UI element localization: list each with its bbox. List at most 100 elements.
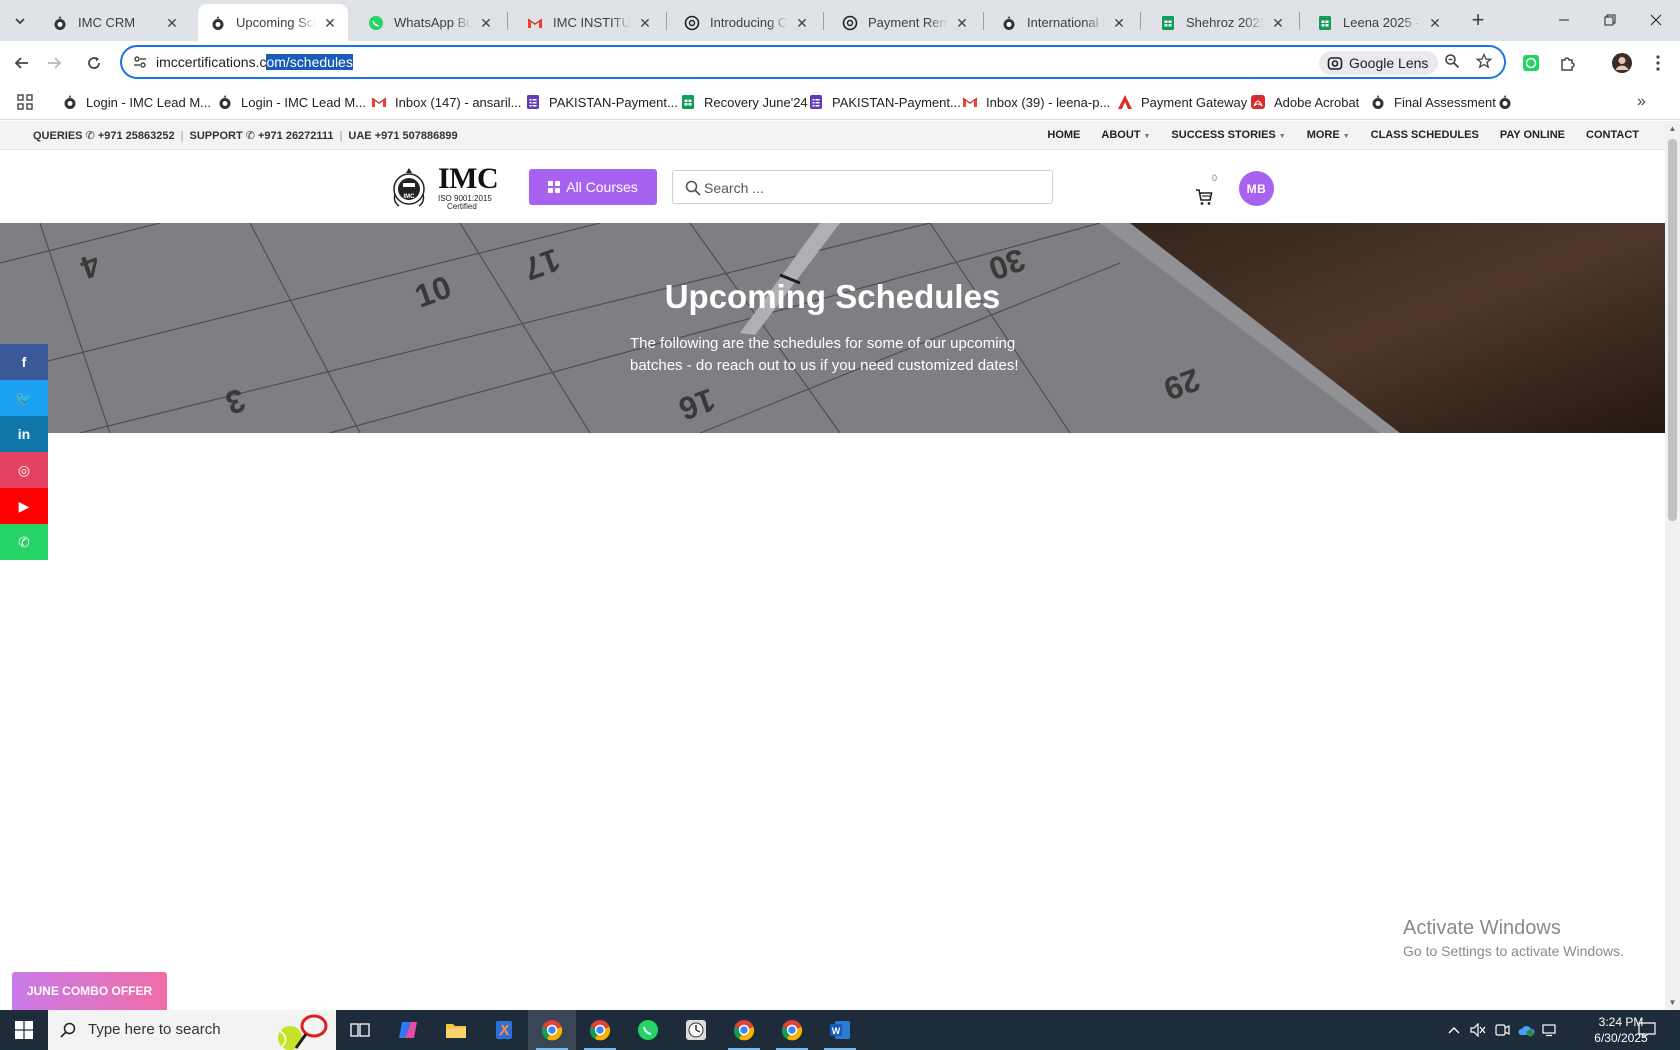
browser-tab[interactable]: International Ma ✕ — [989, 4, 1137, 41]
sniping-tool-icon[interactable] — [480, 1010, 528, 1050]
zoom-icon[interactable] — [1442, 53, 1462, 73]
notification-center-icon[interactable] — [1632, 1010, 1662, 1050]
browser-tab[interactable]: IMC CRM ✕ — [40, 4, 190, 41]
nav-class-schedules[interactable]: CLASS SCHEDULES — [1371, 129, 1479, 141]
google-lens-button[interactable]: Google Lens — [1319, 51, 1439, 75]
profile-avatar-icon[interactable] — [1611, 52, 1633, 74]
bookmark-item[interactable]: PAKISTAN-Payment... — [525, 92, 678, 112]
reload-button[interactable] — [78, 47, 110, 79]
close-tab-icon[interactable]: ✕ — [1111, 15, 1127, 31]
dropdown-caret-icon: ▼ — [1143, 133, 1151, 140]
bookmark-item[interactable]: Login - IMC Lead M... — [62, 92, 211, 112]
reload-icon — [88, 57, 100, 69]
uae-phone[interactable]: UAE +971 507886899 — [348, 130, 457, 142]
chrome-profile-2-icon[interactable] — [576, 1010, 624, 1050]
user-avatar[interactable]: MB — [1239, 171, 1274, 206]
all-courses-button[interactable]: All Courses — [529, 169, 657, 205]
scroll-up-arrow-icon[interactable]: ▲ — [1665, 121, 1680, 136]
browser-tab[interactable]: Shehroz 2025 - G ✕ — [1148, 4, 1296, 41]
close-tab-icon[interactable]: ✕ — [1427, 15, 1443, 31]
taskbar-search-box[interactable]: Type here to search — [48, 1010, 336, 1050]
chrome-menu-icon[interactable] — [1647, 52, 1669, 74]
close-tab-icon[interactable]: ✕ — [478, 15, 494, 31]
browser-tab[interactable]: Upcoming Schedules ✕ — [198, 4, 348, 41]
whatsapp-extension-icon[interactable] — [1520, 52, 1542, 74]
site-info-icon[interactable] — [132, 54, 148, 70]
chrome-profile-3-icon[interactable] — [720, 1010, 768, 1050]
bookmark-star-icon[interactable] — [1474, 52, 1494, 73]
youtube-icon[interactable]: ▶ — [0, 488, 48, 524]
close-tab-icon[interactable]: ✕ — [1270, 15, 1286, 31]
volume-muted-icon[interactable] — [1467, 1010, 1489, 1050]
scrollbar-thumb[interactable] — [1668, 139, 1677, 521]
facebook-icon[interactable]: f — [0, 344, 48, 380]
nav-home[interactable]: HOME — [1047, 129, 1080, 141]
tab-search-chevron-icon[interactable] — [6, 8, 34, 34]
file-explorer-icon[interactable] — [432, 1010, 480, 1050]
nav-pay-online[interactable]: PAY ONLINE — [1500, 129, 1565, 141]
chrome-profile-4-icon[interactable] — [768, 1010, 816, 1050]
browser-tab[interactable]: Introducing Cha ✕ — [672, 4, 820, 41]
close-tab-icon[interactable]: ✕ — [322, 15, 338, 31]
close-tab-icon[interactable]: ✕ — [954, 15, 970, 31]
minimize-button[interactable] — [1541, 0, 1587, 40]
bookmark-label: Adobe Acrobat — [1274, 94, 1360, 110]
support-phone[interactable]: SUPPORT ✆ +971 26272111 — [189, 130, 333, 142]
close-tab-icon[interactable]: ✕ — [794, 15, 810, 31]
imc-logo[interactable]: IMC IMC ISO 9001:2015 Certified — [391, 162, 499, 211]
close-tab-icon[interactable]: ✕ — [164, 15, 180, 31]
whatsapp-icon[interactable]: ✆ — [0, 524, 48, 560]
bookmark-item[interactable]: Inbox (147) - ansaril... — [371, 92, 521, 112]
browser-tab[interactable]: Payment Remind ✕ — [830, 4, 980, 41]
instagram-icon[interactable]: ◎ — [0, 452, 48, 488]
scroll-down-arrow-icon[interactable]: ▼ — [1665, 995, 1680, 1010]
onedrive-sync-icon[interactable] — [1515, 1010, 1537, 1050]
close-window-button[interactable] — [1633, 0, 1679, 40]
close-tab-icon[interactable]: ✕ — [637, 15, 653, 31]
bookmark-item[interactable]: Final Assessment — [1370, 92, 1496, 112]
browser-tab[interactable]: Leena 2025 - Go ✕ — [1305, 4, 1453, 41]
microsoft-word-icon[interactable]: W — [816, 1010, 864, 1050]
new-tab-button[interactable]: + — [1464, 8, 1492, 34]
site-search-input[interactable] — [704, 178, 1034, 198]
twitter-icon[interactable]: 🐦 — [0, 380, 48, 416]
windows-start-button[interactable] — [0, 1010, 48, 1050]
show-hidden-icons-chevron-icon[interactable] — [1444, 1010, 1464, 1050]
svg-text:W: W — [832, 1026, 841, 1036]
apps-grid-icon[interactable] — [17, 92, 33, 112]
address-bar[interactable]: imccertifications.com/schedules Google L… — [120, 45, 1506, 79]
bookmark-item[interactable]: Recovery June'24 — [680, 92, 808, 112]
copilot-icon[interactable] — [384, 1010, 432, 1050]
bookmark-item[interactable]: PAKISTAN-Payment... — [808, 92, 961, 112]
nav-contact[interactable]: CONTACT — [1586, 129, 1639, 141]
browser-tab[interactable]: WhatsApp Business ✕ — [356, 4, 504, 41]
page-scrollbar[interactable]: ▲ ▼ — [1665, 121, 1680, 1010]
bookmark-item[interactable]: Adobe Acrobat — [1250, 92, 1359, 112]
back-button[interactable] — [6, 47, 38, 79]
chrome-taskbar-icon-active[interactable] — [528, 1010, 576, 1050]
june-combo-offer-button[interactable]: JUNE COMBO OFFER — [12, 972, 167, 1010]
bookmark-imc-crest-extra[interactable] — [1497, 92, 1521, 112]
openai-icon — [684, 15, 700, 31]
network-icon[interactable] — [1539, 1010, 1561, 1050]
whatsapp-taskbar-icon[interactable] — [624, 1010, 672, 1050]
nav-about[interactable]: ABOUT ▼ — [1101, 129, 1150, 141]
tab-separator — [1299, 12, 1300, 30]
queries-phone[interactable]: QUERIES ✆ +971 25863252 — [33, 130, 175, 142]
meet-now-icon[interactable] — [1491, 1010, 1513, 1050]
forward-button[interactable] — [38, 47, 70, 79]
bookmark-item[interactable]: Payment Gateway — [1117, 92, 1247, 112]
extensions-puzzle-icon[interactable] — [1557, 52, 1579, 74]
restore-button[interactable] — [1587, 0, 1633, 40]
bookmark-item[interactable]: Inbox (39) - leena-p... — [962, 92, 1110, 112]
browser-tab[interactable]: IMC INSTITUTE | ✕ — [515, 4, 663, 41]
task-view-icon[interactable] — [336, 1010, 384, 1050]
bookmark-item[interactable]: Login - IMC Lead M... — [217, 92, 366, 112]
linkedin-icon[interactable]: in — [0, 416, 48, 452]
nav-success-stories[interactable]: SUCCESS STORIES ▼ — [1171, 129, 1285, 141]
url-text[interactable]: imccertifications.com/schedules — [156, 54, 353, 70]
bookmarks-overflow-icon[interactable]: » — [1637, 92, 1646, 112]
clock-app-icon[interactable] — [672, 1010, 720, 1050]
shopping-cart-icon[interactable] — [1195, 188, 1213, 206]
nav-more[interactable]: MORE ▼ — [1307, 129, 1350, 141]
